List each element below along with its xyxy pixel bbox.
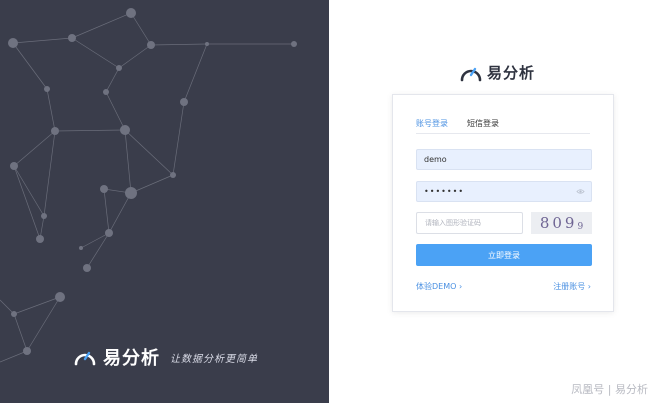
tab-divider — [416, 133, 590, 134]
captcha-code-main: 809 — [539, 214, 578, 232]
login-button[interactable]: 立即登录 — [416, 244, 592, 266]
captcha-code-small: 9 — [577, 222, 584, 232]
tab-sms-login[interactable]: 短信登录 — [467, 118, 499, 134]
gauge-logo-icon — [74, 351, 96, 366]
chevron-right-icon: › — [587, 282, 591, 291]
eye-icon[interactable] — [576, 187, 585, 196]
register-link[interactable]: 注册账号 › — [553, 281, 591, 292]
right-brand-name: 易分析 — [487, 64, 536, 82]
username-input[interactable]: demo — [416, 149, 592, 170]
captcha-image[interactable]: 809 9 — [531, 212, 592, 234]
demo-link-label: 体验DEMO — [416, 282, 457, 291]
register-link-label: 注册账号 — [553, 282, 586, 291]
username-value: demo — [424, 155, 447, 164]
watermark: 凤凰号 | 易分析 — [571, 383, 648, 396]
left-brand-logo: 易分析 让数据分析更简单 — [73, 344, 258, 370]
captcha-placeholder: 请输入图形验证码 — [425, 219, 481, 227]
login-tabs: 账号登录 短信登录 — [416, 118, 518, 134]
demo-link[interactable]: 体验DEMO › — [416, 281, 462, 292]
tab-account-login[interactable]: 账号登录 — [416, 118, 448, 134]
password-value: ••••••• — [424, 187, 465, 196]
brand-slogan: 让数据分析更简单 — [170, 353, 258, 365]
chevron-right-icon: › — [458, 282, 463, 291]
password-input[interactable]: ••••••• — [416, 181, 592, 202]
login-card: 账号登录 短信登录 demo ••••••• 请输入图形验证码 809 9 立即… — [392, 94, 614, 312]
login-button-label: 立即登录 — [488, 250, 520, 260]
captcha-input[interactable]: 请输入图形验证码 — [416, 212, 523, 234]
right-brand-logo: 易分析 — [459, 62, 535, 83]
network-graphic — [0, 8, 297, 363]
gauge-logo-icon — [460, 67, 482, 81]
left-panel: 易分析 让数据分析更简单 — [0, 0, 329, 403]
left-brand-name: 易分析 — [103, 348, 160, 369]
